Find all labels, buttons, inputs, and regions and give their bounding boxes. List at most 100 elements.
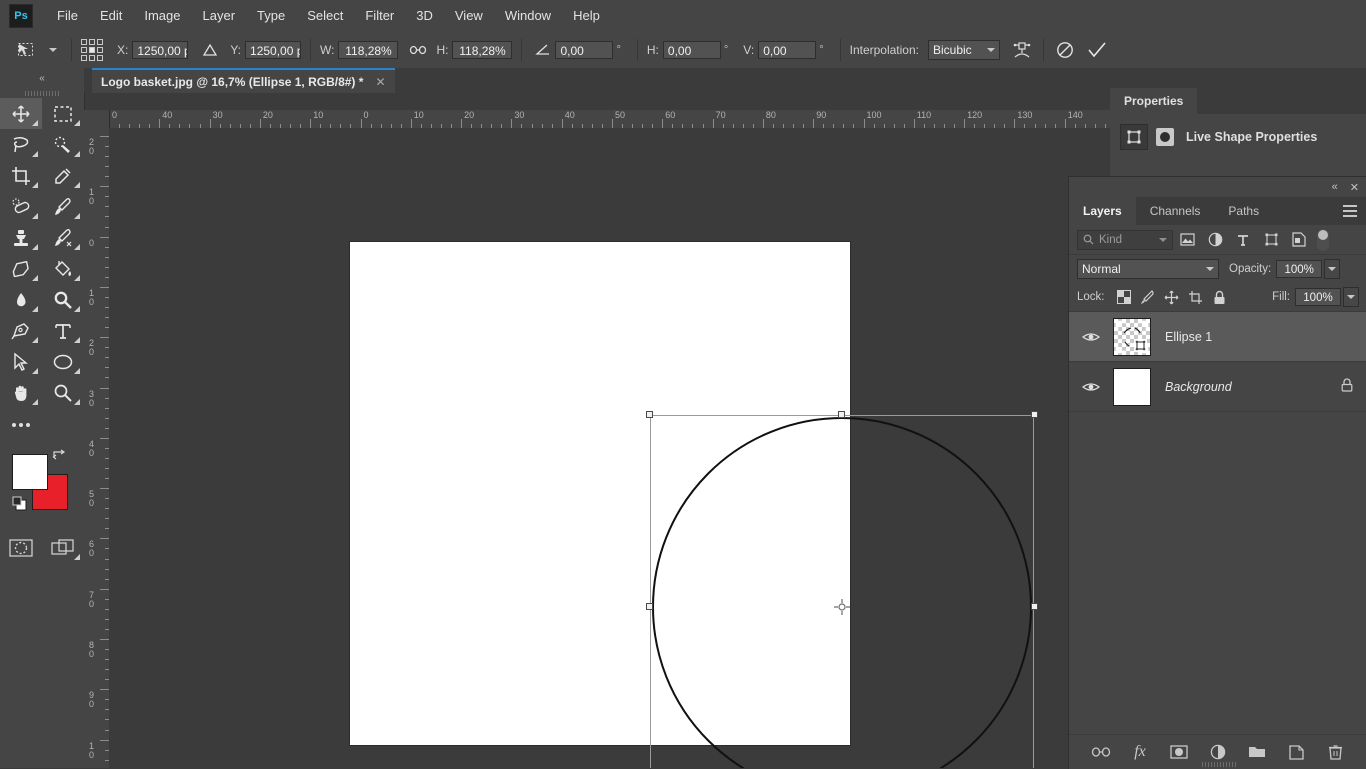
shape-layer-filter-icon[interactable]	[1257, 229, 1285, 251]
menu-type[interactable]: Type	[246, 0, 296, 31]
new-layer-icon[interactable]	[1286, 742, 1306, 762]
tool-dodge[interactable]	[42, 284, 84, 315]
menu-select[interactable]: Select	[296, 0, 354, 31]
panel-resize-grip[interactable]	[1202, 762, 1236, 767]
opacity-chevron-down-icon[interactable]	[1324, 259, 1341, 279]
fill-input[interactable]: 100%	[1295, 288, 1341, 306]
menu-file[interactable]: File	[46, 0, 89, 31]
lock-all-icon[interactable]	[1208, 286, 1232, 308]
tool-clone-stamp[interactable]	[0, 222, 42, 253]
transform-handle-middle-left[interactable]	[646, 603, 653, 610]
layer-style-fx-icon[interactable]: fx	[1130, 742, 1150, 762]
y-input[interactable]: 1250,00 px	[245, 40, 302, 59]
tool-eyedropper[interactable]	[42, 160, 84, 191]
panel-menu-icon[interactable]	[1343, 205, 1357, 220]
adjustment-layer-filter-icon[interactable]	[1201, 229, 1229, 251]
collapse-double-arrow-icon[interactable]: «	[0, 68, 84, 88]
menu-filter[interactable]: Filter	[354, 0, 405, 31]
menu-edit[interactable]: Edit	[89, 0, 133, 31]
delete-layer-icon[interactable]	[1325, 742, 1345, 762]
tool-horizontal-type[interactable]	[42, 315, 84, 346]
panel-grip[interactable]	[0, 88, 84, 98]
tool-paint-bucket[interactable]	[42, 253, 84, 284]
tool-hand[interactable]	[0, 377, 42, 408]
tool-rectangular-marquee[interactable]	[42, 98, 84, 129]
vertical-ruler[interactable]: 20 10 0 10 20 30 40 50 60 70 80 90 10	[84, 110, 110, 768]
tool-move[interactable]	[0, 98, 42, 129]
pixel-layer-filter-icon[interactable]	[1173, 229, 1201, 251]
tab-properties[interactable]: Properties	[1110, 88, 1198, 114]
layer-name[interactable]: Ellipse 1	[1165, 330, 1212, 344]
type-layer-filter-icon[interactable]	[1229, 229, 1257, 251]
move-tool-preset-icon[interactable]	[14, 38, 38, 62]
layer-visibility-eye-icon[interactable]	[1069, 381, 1113, 393]
width-input[interactable]: 118,28%	[338, 40, 399, 59]
more-tools-ellipsis-icon[interactable]	[0, 412, 42, 438]
tab-paths[interactable]: Paths	[1214, 197, 1273, 225]
tool-crop[interactable]	[0, 160, 42, 191]
menu-image[interactable]: Image	[133, 0, 191, 31]
opacity-input[interactable]: 100%	[1276, 260, 1323, 278]
tool-path-selection[interactable]	[0, 346, 42, 377]
new-group-icon[interactable]	[1247, 742, 1267, 762]
fill-chevron-down-icon[interactable]	[1343, 287, 1359, 307]
table-row[interactable]: Background	[1069, 362, 1366, 412]
tool-blur[interactable]	[0, 284, 42, 315]
quick-mask-mode-icon[interactable]	[0, 532, 42, 563]
screen-mode-icon[interactable]	[42, 532, 84, 563]
smart-object-filter-icon[interactable]	[1285, 229, 1313, 251]
collapse-double-arrow-icon[interactable]: «	[1332, 181, 1338, 193]
tool-brush[interactable]	[42, 191, 84, 222]
skew-v-input[interactable]: 0,00	[758, 40, 817, 59]
lock-position-icon[interactable]	[1160, 286, 1184, 308]
tool-ellipse[interactable]	[42, 346, 84, 377]
reference-point-selector[interactable]	[81, 38, 103, 61]
menu-help[interactable]: Help	[562, 0, 611, 31]
swap-colors-icon[interactable]	[52, 448, 66, 463]
height-input[interactable]: 118,28%	[452, 40, 513, 59]
table-row[interactable]: Ellipse 1	[1069, 312, 1366, 362]
link-chain-icon[interactable]	[406, 38, 430, 62]
close-tab-icon[interactable]: ✕	[375, 75, 385, 89]
lock-artboard-nesting-icon[interactable]	[1184, 286, 1208, 308]
menu-3d[interactable]: 3D	[405, 0, 444, 31]
blend-mode-select[interactable]: Normal	[1077, 259, 1219, 279]
ellipse-shape-icon[interactable]	[1154, 126, 1176, 148]
layer-visibility-eye-icon[interactable]	[1069, 331, 1113, 343]
tool-eraser[interactable]	[0, 253, 42, 284]
warp-mode-icon[interactable]	[1010, 38, 1034, 62]
interpolation-select[interactable]: Bicubic	[928, 39, 1000, 60]
cancel-transform-icon[interactable]	[1053, 38, 1077, 62]
angle-input[interactable]: 0,00	[555, 40, 614, 59]
document-tab[interactable]: Logo basket.jpg @ 16,7% (Ellipse 1, RGB/…	[92, 68, 395, 93]
layer-name[interactable]: Background	[1165, 380, 1232, 394]
ruler-corner[interactable]	[84, 110, 109, 128]
default-colors-icon[interactable]	[12, 496, 27, 514]
transform-bounding-box[interactable]	[646, 411, 1038, 768]
x-input[interactable]: 1250,00 px	[132, 40, 189, 59]
filter-enable-toggle[interactable]	[1317, 228, 1329, 251]
link-layers-icon[interactable]	[1091, 742, 1111, 762]
tool-pen[interactable]	[0, 315, 42, 346]
lock-transparent-pixels-icon[interactable]	[1112, 286, 1136, 308]
artboard[interactable]	[350, 242, 1038, 768]
close-panel-icon[interactable]: ✕	[1350, 181, 1359, 194]
tool-preset-chevron-icon[interactable]	[38, 38, 62, 62]
live-shape-icon[interactable]	[1120, 124, 1148, 150]
layer-thumbnail[interactable]	[1113, 317, 1151, 356]
add-layer-mask-icon[interactable]	[1169, 742, 1189, 762]
delta-triangle-icon[interactable]	[198, 38, 222, 62]
lock-image-pixels-icon[interactable]	[1136, 286, 1160, 308]
transform-handle-top-left[interactable]	[646, 411, 653, 418]
layer-lock-icon[interactable]	[1341, 378, 1353, 395]
tool-history-brush[interactable]	[42, 222, 84, 253]
tool-lasso[interactable]	[0, 129, 42, 160]
menu-window[interactable]: Window	[494, 0, 562, 31]
layer-thumbnail[interactable]	[1113, 367, 1151, 406]
menu-layer[interactable]: Layer	[192, 0, 247, 31]
new-adjustment-layer-icon[interactable]	[1208, 742, 1228, 762]
commit-transform-icon[interactable]	[1085, 38, 1109, 62]
tab-layers[interactable]: Layers	[1069, 197, 1136, 225]
transform-handle-top-center[interactable]	[838, 411, 845, 418]
tab-channels[interactable]: Channels	[1136, 197, 1215, 225]
